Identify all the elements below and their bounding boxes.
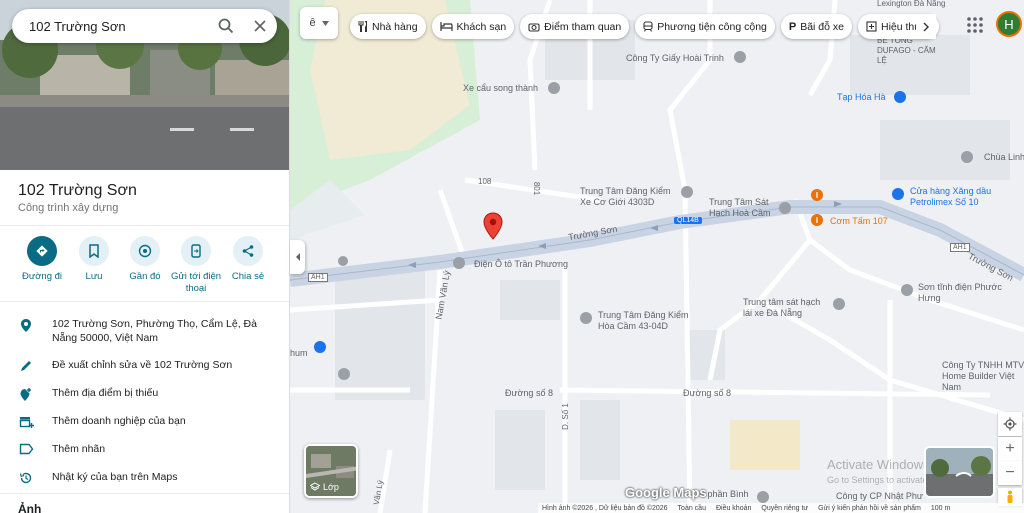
restaurant-icon [358, 21, 368, 32]
nearby-button[interactable]: Gần đó [117, 236, 173, 283]
add-missing-place-row[interactable]: Thêm địa điểm bị thiếu [0, 386, 289, 402]
divider [0, 493, 289, 494]
edit-pencil-icon [0, 358, 52, 373]
parking-icon: P [788, 20, 797, 33]
maps-history-row[interactable]: Nhật ký của bạn trên Maps [0, 470, 289, 485]
layers-label: Lớp [323, 482, 339, 492]
directions-label: Đường đi [21, 271, 63, 282]
zoom-out-button[interactable]: − [998, 461, 1022, 485]
maps-app: 102 Trường Sơn 102 Trường Sơn Công trình… [0, 0, 1024, 513]
footer-global[interactable]: Toàn cầu [678, 505, 706, 512]
zoom-in-button[interactable]: + [998, 437, 1022, 461]
pegman-icon [1007, 490, 1013, 503]
layers-icon [310, 482, 320, 491]
directions-button[interactable]: Đường đi [14, 236, 70, 283]
chip-hotels[interactable]: Khách sạn [431, 14, 515, 39]
map-footer: Hình ảnh ©2026 , Dữ liệu bản đồ ©2026 To… [538, 503, 1024, 513]
footer-terms[interactable]: Điều khoản [716, 505, 751, 512]
chip-attractions-label: Điểm tham quan [544, 20, 622, 33]
chevron-down-icon [321, 20, 329, 26]
chip-restaurants-label: Nhà hàng [372, 20, 418, 33]
divider [0, 301, 289, 302]
account-avatar[interactable]: H [996, 11, 1022, 37]
footer-privacy[interactable]: Quyền riêng tư [761, 505, 808, 512]
my-location-icon [1003, 417, 1017, 431]
footer-copyright: Hình ảnh ©2026 , Dữ liệu bản đồ ©2026 [542, 504, 668, 512]
label-icon [0, 442, 52, 455]
send-to-phone-button[interactable]: Gửi tới điện thoại [168, 236, 224, 295]
close-icon[interactable] [243, 9, 277, 43]
nearby-icon [130, 236, 160, 266]
save-button[interactable]: Lưu [66, 236, 122, 283]
photos-heading: Ảnh [18, 502, 42, 513]
map-canvas[interactable]: Lexington Đà Nẵng BÊ TÔNG DUFAGO - CẨM L… [290, 0, 1024, 513]
add-business-text: Thêm doanh nghiệp của bạn [52, 415, 186, 427]
directions-icon [27, 236, 57, 266]
google-apps-button[interactable] [964, 14, 986, 36]
search-input[interactable]: 102 Trường Sơn [29, 19, 209, 34]
transit-icon [643, 21, 653, 32]
search-icon[interactable] [209, 9, 243, 43]
location-pin-icon [0, 317, 52, 333]
chip-transit[interactable]: Phương tiện công cộng [635, 14, 775, 39]
google-maps-logo: Google Maps [625, 485, 707, 500]
pharmacy-icon [866, 21, 877, 32]
add-label-row[interactable]: Thêm nhãn [0, 442, 289, 456]
hotel-icon [439, 22, 453, 31]
chevron-left-icon [295, 253, 300, 261]
add-label-text: Thêm nhãn [52, 443, 106, 455]
save-label: Lưu [85, 271, 103, 282]
add-business-icon [0, 414, 52, 429]
footer-scale[interactable]: 100 m [931, 505, 950, 512]
my-location-button[interactable] [998, 412, 1022, 436]
category-chips: Nhà hàng Khách sạn Điểm tham quan Phương… [350, 14, 940, 40]
minus-icon: − [1005, 464, 1015, 481]
collapse-panel-button[interactable] [290, 240, 305, 274]
apps-grid-icon [967, 17, 983, 33]
translate-icon: ê [309, 17, 316, 29]
chip-parking[interactable]: P Bãi đỗ xe [780, 14, 852, 39]
add-place-icon [0, 386, 52, 402]
address-text: 102 Trường Sơn, Phường Thọ, Cẩm Lệ, Đà N… [52, 318, 257, 344]
street-view-thumbnail [926, 448, 993, 496]
chip-transit-label: Phương tiện công cộng [657, 20, 767, 33]
send-to-phone-icon [181, 236, 211, 266]
suggest-edit-text: Đề xuất chỉnh sửa về 102 Trường Sơn [52, 359, 233, 371]
share-icon [233, 236, 263, 266]
zoom-controls: + − [998, 412, 1022, 506]
selected-place-pin-icon[interactable] [482, 212, 504, 240]
place-title: 102 Trường Sơn [18, 182, 137, 199]
map-poi-icons [314, 51, 973, 503]
chevron-right-icon [923, 22, 929, 31]
share-button[interactable]: Chia sẻ [220, 236, 276, 283]
chip-attractions[interactable]: Điểm tham quan [520, 14, 630, 39]
suggest-edit-row[interactable]: Đề xuất chỉnh sửa về 102 Trường Sơn [0, 358, 289, 373]
add-business-row[interactable]: Thêm doanh nghiệp của bạn [0, 414, 289, 429]
map-type-button[interactable]: ê [300, 7, 338, 39]
chips-scroll-right-button[interactable] [916, 14, 936, 39]
bookmark-icon [79, 236, 109, 266]
plus-icon: + [1005, 440, 1015, 457]
camera-icon [528, 22, 540, 32]
add-missing-place-text: Thêm địa điểm bị thiếu [52, 387, 159, 399]
history-icon [0, 470, 52, 485]
chip-hotels-label: Khách sạn [456, 20, 507, 33]
send-to-phone-label: Gửi tới điện thoại [170, 271, 222, 294]
nearby-label: Gần đó [129, 271, 161, 282]
chip-restaurants[interactable]: Nhà hàng [350, 14, 426, 39]
maps-history-text: Nhật ký của bạn trên Maps [52, 471, 178, 483]
share-label: Chia sẻ [231, 271, 265, 282]
activate-windows-title: Activate Windows [827, 457, 930, 472]
footer-feedback[interactable]: Gửi ý kiến phản hồi về sản phẩm [818, 505, 921, 512]
place-category[interactable]: Công trình xây dựng [18, 202, 118, 214]
street-view-preview[interactable] [924, 446, 995, 498]
divider [0, 225, 289, 226]
layers-button[interactable]: Lớp [304, 444, 358, 498]
chip-parking-label: Bãi đỗ xe [800, 20, 844, 33]
search-box[interactable]: 102 Trường Sơn [12, 9, 277, 43]
place-panel: 102 Trường Sơn 102 Trường Sơn Công trình… [0, 0, 290, 513]
address-row[interactable]: 102 Trường Sơn, Phường Thọ, Cẩm Lệ, Đà N… [0, 317, 289, 345]
